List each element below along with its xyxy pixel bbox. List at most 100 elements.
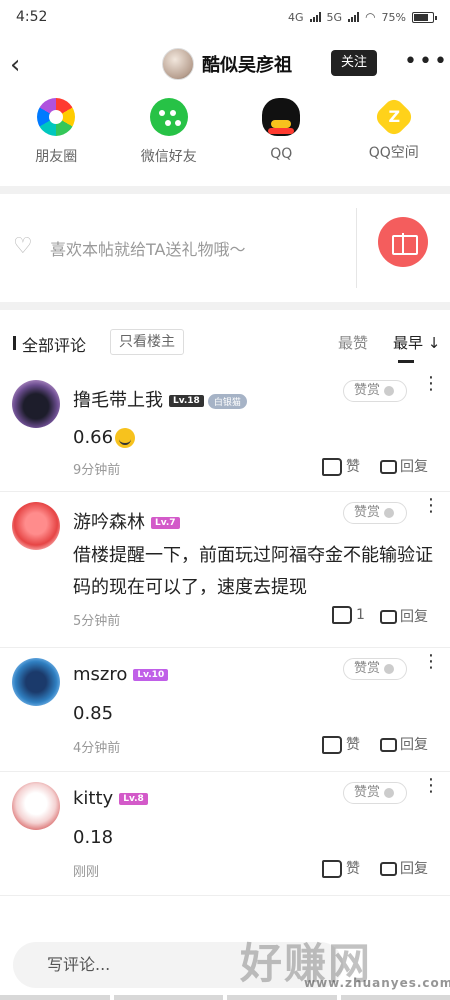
commenter-name-text: kitty (73, 788, 114, 809)
signal-icon-2 (348, 12, 360, 22)
qzone-icon: Z (372, 95, 415, 139)
section-bar (13, 336, 16, 350)
only-author-button[interactable]: 只看楼主 (110, 329, 184, 355)
coin-icon (384, 385, 395, 396)
tip-label: 赞赏 (354, 785, 381, 800)
battery-icon (412, 11, 437, 23)
heart-icon[interactable]: ♡ (13, 234, 33, 259)
like-button[interactable]: 赞 (322, 858, 360, 878)
comment-time: 5分钟前 (73, 614, 121, 629)
coin-icon (384, 507, 395, 518)
like-button[interactable]: 赞 (322, 734, 360, 754)
reply-label: 回复 (400, 861, 428, 877)
status-icons: 4G 5G ◠ 75% (288, 10, 437, 24)
comment-text: 0.85 (73, 703, 114, 724)
tip-label: 赞赏 (354, 505, 381, 520)
share-moments[interactable]: 朋友圈 (6, 96, 106, 166)
author-avatar[interactable] (162, 48, 194, 80)
commenter-avatar[interactable] (12, 380, 60, 428)
comment-time: 4分钟前 (73, 741, 121, 756)
share-qzone[interactable]: Z QQ空间 (344, 95, 444, 162)
back-icon[interactable]: ‹ (10, 50, 20, 80)
commenter-name[interactable]: 撸毛带上我 Lv.18 白银猫 (73, 386, 247, 412)
thumbs-up-icon (322, 458, 342, 476)
gift-icon[interactable] (378, 217, 428, 267)
gift-divider (356, 208, 357, 288)
tip-button[interactable]: 赞赏 (343, 502, 407, 524)
status-time: 4:52 (16, 9, 48, 25)
gesture-bar (0, 995, 450, 1000)
coin-icon (384, 787, 395, 798)
comment-more-icon[interactable]: ⋮ (422, 653, 440, 671)
like-button[interactable]: 赞 (322, 456, 360, 476)
reply-icon (380, 862, 397, 876)
like-label: 赞 (346, 861, 360, 877)
title-badge: 白银猫 (207, 393, 247, 409)
tip-button[interactable]: 赞赏 (343, 782, 407, 804)
comment-item: kitty Lv.8 赞赏 ⋮ 0.18 刚刚 赞 回复 (0, 772, 450, 896)
status-bar: 4:52 4G 5G ◠ 75% (0, 0, 450, 34)
sort-hot-tab[interactable]: 最赞 (338, 332, 368, 353)
comment-time: 9分钟前 (73, 463, 121, 478)
post-header: ‹ 酷似吴彦祖 关注 ••• (0, 34, 450, 94)
commenter-name[interactable]: mszro Lv.10 (73, 664, 169, 685)
wifi-icon: ◠ (365, 10, 376, 24)
tip-button[interactable]: 赞赏 (343, 658, 407, 680)
comment-text: 0.66 (73, 422, 438, 454)
gift-bar: ♡ 喜欢本帖就给TA送礼物哦～ (0, 194, 450, 302)
comment-more-icon[interactable]: ⋮ (422, 375, 440, 393)
reply-icon (380, 610, 397, 624)
moments-icon (37, 98, 76, 136)
tip-button[interactable]: 赞赏 (343, 380, 407, 402)
commenter-avatar[interactable] (12, 502, 60, 550)
share-label: QQ空间 (368, 145, 419, 161)
battery-percent: 75% (381, 10, 406, 24)
comment-text: 0.18 (73, 827, 114, 848)
commenter-name-text: 撸毛带上我 (73, 390, 163, 411)
commenter-avatar[interactable] (12, 782, 60, 830)
reply-label: 回复 (400, 737, 428, 753)
like-label: 赞 (346, 737, 360, 753)
author-name[interactable]: 酷似吴彦祖 (202, 51, 292, 77)
comment-more-icon[interactable]: ⋮ (422, 497, 440, 515)
commenter-avatar[interactable] (12, 658, 60, 706)
qq-icon (262, 98, 301, 136)
follow-button[interactable]: 关注 (331, 50, 377, 76)
share-row: 朋友圈 微信好友 QQ Z QQ空间 (0, 94, 450, 186)
commenter-name-text: mszro (73, 664, 128, 685)
level-badge: Lv.8 (119, 793, 148, 805)
comments-header: 全部评论 只看楼主 最赞 最早 ↓ (0, 310, 450, 370)
section-divider (0, 302, 450, 310)
comment-more-icon[interactable]: ⋮ (422, 777, 440, 795)
share-label: 微信好友 (140, 149, 197, 165)
commenter-name[interactable]: 游吟森林 Lv.7 (73, 508, 180, 534)
share-label: QQ (270, 146, 293, 162)
comment-item: mszro Lv.10 赞赏 ⋮ 0.85 4分钟前 赞 回复 (0, 648, 450, 772)
comment-item: 撸毛带上我 Lv.18 白银猫 赞赏 ⋮ 0.66 9分钟前 赞 回复 (0, 370, 450, 492)
wechat-icon (149, 98, 188, 136)
commenter-name-text: 游吟森林 (73, 512, 145, 533)
sort-early-tab[interactable]: 最早 ↓ (393, 332, 440, 353)
share-label: 朋友圈 (35, 149, 78, 165)
battery-fill (414, 13, 428, 21)
comment-text-value: 0.66 (73, 427, 114, 448)
reply-button[interactable]: 回复 (380, 456, 428, 476)
gift-prompt: 喜欢本帖就给TA送礼物哦～ (50, 240, 246, 259)
reply-label: 回复 (400, 459, 428, 475)
more-options-icon[interactable]: ••• (404, 51, 449, 73)
author-info[interactable]: 酷似吴彦祖 (162, 48, 292, 80)
share-wechat[interactable]: 微信好友 (119, 96, 219, 166)
emoji-icon (115, 428, 136, 448)
reply-button[interactable]: 回复 (380, 606, 428, 626)
like-count: 1 (356, 607, 365, 623)
coin-icon (384, 663, 395, 674)
like-button[interactable]: 1 (332, 606, 365, 624)
reply-button[interactable]: 回复 (380, 858, 428, 878)
reply-button[interactable]: 回复 (380, 734, 428, 754)
commenter-name[interactable]: kitty Lv.8 (73, 788, 148, 809)
thumbs-up-icon (322, 860, 342, 878)
watermark-url: www.zhuanyes.com (304, 976, 450, 990)
thumbs-up-icon (322, 736, 342, 754)
share-qq[interactable]: QQ (231, 96, 331, 162)
reply-icon (380, 738, 397, 752)
